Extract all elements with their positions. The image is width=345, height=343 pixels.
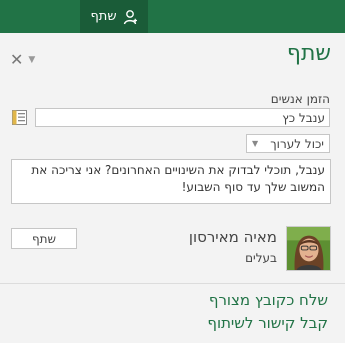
panel-title: שתף xyxy=(286,41,331,66)
permission-dropdown[interactable]: יכול לערוך ▼ xyxy=(246,134,330,153)
invite-people-label: הזמן אנשים xyxy=(270,92,330,106)
share-tab[interactable]: שתף xyxy=(80,0,148,33)
share-button[interactable]: שתף xyxy=(11,228,77,249)
address-book-icon[interactable] xyxy=(11,109,28,126)
top-ribbon-bar: שתף xyxy=(0,0,345,33)
message-textarea[interactable]: ענבל, תוכלי לבדוק את השינויים האחרונים? … xyxy=(11,159,331,204)
panel-close-control[interactable]: ✕ ▼ xyxy=(10,50,35,69)
share-tab-label: שתף xyxy=(90,9,117,24)
send-as-attachment-link[interactable]: שלח כקובץ מצורף xyxy=(209,291,328,309)
owner-role: בעלים xyxy=(245,251,277,265)
share-panel: שתף ✕ ▼ הזמן אנשים יכול לערוך ▼ ענבל, תו… xyxy=(0,33,345,343)
chevron-down-icon: ▼ xyxy=(252,139,259,148)
person-icon xyxy=(123,9,137,24)
close-icon[interactable]: ✕ xyxy=(10,50,23,69)
avatar xyxy=(286,226,331,271)
invite-people-input[interactable] xyxy=(35,108,330,127)
owner-name: מאיה מאירסון xyxy=(188,228,277,246)
get-sharing-link[interactable]: קבל קישור לשיתוף xyxy=(207,314,328,332)
divider xyxy=(0,283,345,284)
permission-selected-value: יכול לערוך xyxy=(270,136,324,151)
chevron-down-icon[interactable]: ▼ xyxy=(28,55,35,65)
